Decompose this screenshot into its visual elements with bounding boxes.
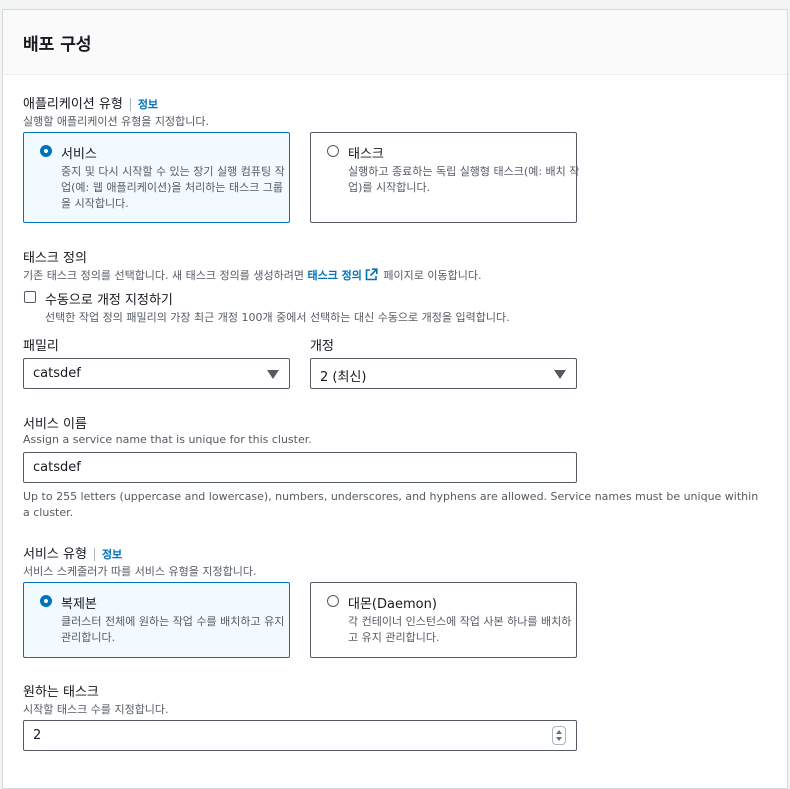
divider bbox=[129, 98, 131, 111]
option-title: 태스크 bbox=[348, 147, 384, 162]
stepper-down-icon[interactable] bbox=[556, 737, 562, 741]
radio-task[interactable] bbox=[327, 145, 339, 157]
manual-revision-label[interactable]: 수동으로 개정 지정하기 bbox=[45, 289, 173, 308]
service-name-value: catsdef bbox=[33, 460, 81, 475]
service-type-label-row: 서비스 유형 정보 bbox=[23, 543, 122, 562]
task-definition-description: 기존 태스크 정의를 선택합니다. 새 태스크 정의를 생성하려면 태스크 정의… bbox=[23, 267, 481, 283]
app-type-option-task[interactable]: 태스크 실행하고 종료하는 독립 실행형 태스크(예: 배치 작업)를 시작합니… bbox=[310, 132, 580, 223]
app-type-info-link[interactable]: 정보 bbox=[138, 98, 158, 111]
desired-tasks-value: 2 bbox=[33, 728, 42, 743]
service-type-option-replica[interactable]: 복제본 클러스터 전체에 원하는 작업 수를 배치하고 유지 관리합니다. bbox=[23, 582, 290, 658]
desired-tasks-label: 원하는 태스크 bbox=[23, 685, 99, 700]
revision-value: 2 (최신) bbox=[320, 370, 367, 385]
service-type-option-daemon[interactable]: 대몬(Daemon) 각 컨테이너 인스턴스에 작업 사본 하나를 배치하고 유… bbox=[310, 582, 577, 658]
manual-revision-checkbox[interactable] bbox=[24, 291, 36, 303]
caret-down-icon bbox=[554, 370, 566, 379]
family-value: catsdef bbox=[33, 366, 81, 381]
number-stepper-icon[interactable] bbox=[552, 726, 566, 745]
manual-revision-description: 선택한 작업 정의 패밀리의 가장 최근 개정 100개 중에서 선택하는 대신… bbox=[45, 311, 510, 324]
stepper-up-icon[interactable] bbox=[556, 730, 562, 734]
service-name-constraint: Up to 255 letters (uppercase and lowerca… bbox=[23, 490, 759, 519]
task-definition-label: 태스크 정의 bbox=[23, 251, 87, 266]
task-definition-link[interactable]: 태스크 정의 bbox=[307, 269, 361, 282]
external-link-icon[interactable] bbox=[365, 268, 378, 281]
option-description: 실행하고 종료하는 독립 실행형 태스크(예: 배치 작업)를 시작합니다. bbox=[348, 165, 580, 194]
desired-tasks-description: 시작할 태스크 수를 지정합니다. bbox=[23, 703, 169, 716]
section-title: 배포 구성 bbox=[23, 35, 92, 55]
option-title: 서비스 bbox=[61, 147, 97, 162]
option-title: 복제본 bbox=[61, 597, 97, 612]
app-type-label: 애플리케이션 유형 bbox=[23, 97, 123, 112]
service-name-description: Assign a service name that is unique for… bbox=[23, 433, 312, 446]
service-type-info-link[interactable]: 정보 bbox=[102, 548, 122, 561]
desc-prefix: 기존 태스크 정의를 선택합니다. 새 태스크 정의를 생성하려면 bbox=[23, 269, 308, 282]
service-name-label: 서비스 이름 bbox=[23, 417, 87, 432]
app-type-option-service[interactable]: 서비스 중지 및 다시 시작할 수 있는 장기 실행 컴퓨팅 작업(예: 웹 애… bbox=[23, 132, 290, 223]
service-name-input[interactable]: catsdef bbox=[23, 452, 577, 483]
radio-daemon[interactable] bbox=[327, 595, 339, 607]
option-description: 클러스터 전체에 원하는 작업 수를 배치하고 유지 관리합니다. bbox=[61, 615, 285, 644]
option-description: 중지 및 다시 시작할 수 있는 장기 실행 컴퓨팅 작업(예: 웹 애플리케이… bbox=[61, 165, 285, 210]
caret-down-icon bbox=[267, 370, 279, 379]
revision-label: 개정 bbox=[310, 339, 334, 354]
family-select[interactable]: catsdef bbox=[23, 358, 290, 389]
family-label: 패밀리 bbox=[23, 339, 59, 354]
desc-suffix: 페이지로 이동합니다. bbox=[379, 269, 482, 282]
service-type-description: 서비스 스케줄러가 따를 서비스 유형을 지정합니다. bbox=[23, 565, 257, 578]
divider bbox=[93, 548, 95, 561]
app-type-label-row: 애플리케이션 유형 정보 bbox=[23, 93, 158, 112]
revision-select[interactable]: 2 (최신) bbox=[310, 358, 577, 389]
radio-service[interactable] bbox=[40, 145, 52, 157]
option-description: 각 컨테이너 인스턴스에 작업 사본 하나를 배치하고 유지 관리합니다. bbox=[348, 615, 572, 644]
desired-tasks-input[interactable]: 2 bbox=[23, 720, 577, 751]
option-title: 대몬(Daemon) bbox=[348, 597, 437, 612]
panel-header bbox=[3, 10, 787, 75]
radio-replica[interactable] bbox=[40, 595, 52, 607]
service-type-label: 서비스 유형 bbox=[23, 547, 87, 562]
app-type-description: 실행할 애플리케이션 유형을 지정합니다. bbox=[23, 115, 210, 128]
